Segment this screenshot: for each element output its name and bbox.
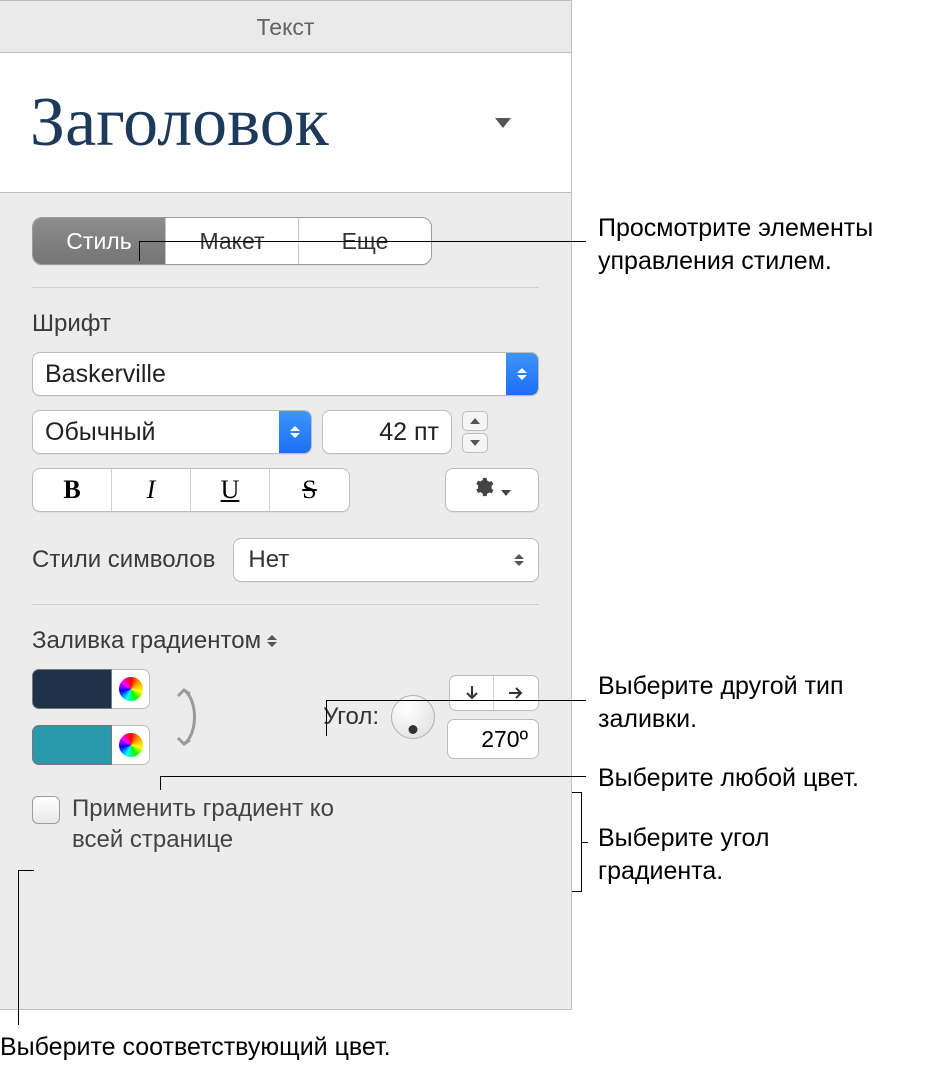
- angle-label: Угол:: [323, 703, 379, 731]
- underline-button[interactable]: U: [191, 469, 270, 511]
- callout-bracket: [572, 792, 582, 892]
- callout-leader: [160, 776, 161, 790]
- stepper-up-button[interactable]: [462, 411, 488, 431]
- apply-gradient-page-checkbox[interactable]: [32, 796, 60, 824]
- color-picker-button-1[interactable]: [112, 669, 150, 709]
- fill-type-label: Заливка градиентом: [32, 627, 261, 655]
- apply-gradient-page-label: Применить градиент ко всей странице: [72, 793, 352, 855]
- fill-type-dropdown[interactable]: Заливка градиентом: [32, 627, 539, 655]
- dropdown-chevrons-icon: [267, 635, 277, 647]
- gradient-stop-1: [32, 669, 150, 709]
- font-size-value: 42 пт: [379, 418, 439, 447]
- callout-fill-type: Выберите другой тип заливки.: [598, 670, 898, 735]
- dropdown-chevrons-icon: [506, 353, 538, 395]
- text-style-buttons: B I U S: [32, 468, 350, 512]
- divider: [32, 287, 539, 288]
- angle-right-button[interactable]: [494, 676, 538, 710]
- callout-style-controls: Просмотрите элементы управления стилем.: [598, 212, 948, 277]
- angle-value: 270º: [481, 726, 528, 753]
- color-wheel-icon: [119, 733, 143, 757]
- gear-icon: [472, 476, 494, 505]
- color-swatch-2[interactable]: [32, 725, 112, 765]
- callout-leader: [582, 842, 588, 843]
- dropdown-chevrons-icon: [279, 411, 311, 453]
- char-styles-value: Нет: [248, 546, 289, 574]
- italic-button[interactable]: I: [112, 469, 191, 511]
- char-styles-label: Стили символов: [32, 546, 215, 574]
- strikethrough-button[interactable]: S: [270, 469, 349, 511]
- callout-leader: [18, 870, 34, 871]
- color-wheel-icon: [119, 677, 143, 701]
- advanced-options-button[interactable]: [445, 468, 539, 512]
- chevron-down-icon: [500, 476, 512, 504]
- callout-leader: [139, 241, 586, 242]
- color-swatch-1[interactable]: [32, 669, 112, 709]
- callout-leader: [326, 700, 586, 701]
- chevron-down-icon[interactable]: [493, 109, 513, 137]
- callout-leader: [139, 241, 140, 261]
- paragraph-style-preview[interactable]: Заголовок: [0, 53, 571, 193]
- panel-title: Текст: [0, 1, 571, 53]
- dropdown-chevrons-icon: [514, 554, 524, 566]
- color-picker-button-2[interactable]: [112, 725, 150, 765]
- stepper-down-button[interactable]: [462, 433, 488, 453]
- font-size-stepper: [462, 411, 488, 453]
- callout-leader: [18, 870, 19, 1025]
- callout-gradient-angle: Выберите угол градиента.: [598, 822, 898, 887]
- font-weight-value: Обычный: [45, 418, 156, 447]
- swap-colors-button[interactable]: [170, 669, 206, 765]
- char-styles-dropdown[interactable]: Нет: [233, 538, 539, 582]
- font-weight-dropdown[interactable]: Обычный: [32, 410, 312, 454]
- paragraph-style-name: Заголовок: [30, 83, 329, 163]
- font-size-field[interactable]: 42 пт: [322, 410, 452, 454]
- callout-leader: [160, 776, 586, 777]
- callout-matching-color: Выберите соответствующий цвет.: [0, 1033, 391, 1062]
- callout-leader: [326, 700, 327, 736]
- callout-any-color: Выберите любой цвет.: [598, 762, 938, 795]
- font-family-value: Baskerville: [45, 360, 166, 389]
- angle-down-button[interactable]: [450, 676, 494, 710]
- font-family-dropdown[interactable]: Baskerville: [32, 352, 539, 396]
- bold-button[interactable]: B: [33, 469, 112, 511]
- angle-value-field[interactable]: 270º: [447, 719, 539, 759]
- inspector-panel: Текст Заголовок Стиль Макет Еще Шрифт Ba…: [0, 0, 572, 1010]
- angle-direction-buttons: [449, 675, 539, 711]
- angle-dial[interactable]: [391, 695, 435, 739]
- gradient-stop-2: [32, 725, 150, 765]
- font-section-label: Шрифт: [32, 310, 539, 338]
- divider: [32, 604, 539, 605]
